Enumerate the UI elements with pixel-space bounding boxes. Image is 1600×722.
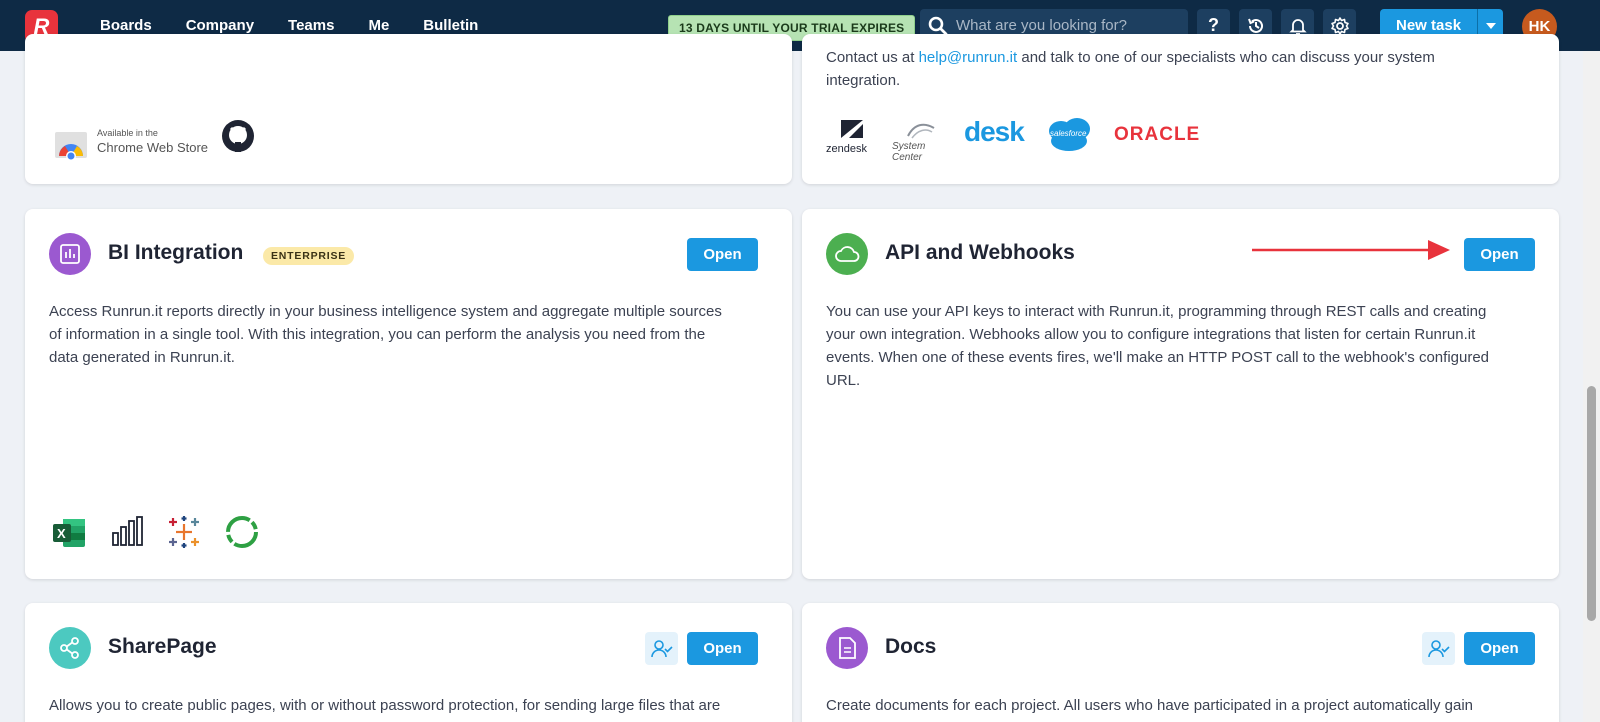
qlik-icon [226,516,258,548]
caret-down-icon [1485,22,1496,29]
api-desc-line: events. When one of these events fires, … [826,349,1490,366]
zendesk-logo: zendesk [826,118,878,158]
bi-integration-title: BI Integration [108,241,244,264]
chrome-icon [55,132,87,161]
document-icon [839,637,856,659]
contact-prefix: Contact us at [826,49,919,66]
chrome-web-store-badge[interactable]: Available in the Chrome Web Store [53,122,213,162]
search-icon [928,16,948,35]
sharepage-description: Allows you to create public pages, with … [49,697,721,714]
contact-line-2: integration. [826,72,901,89]
docs-permissions-button[interactable] [1422,632,1455,665]
docs-icon-wrap [826,627,868,669]
bi-desc-line: of information in a single tool. With th… [49,326,706,343]
sharepage-icon-wrap [49,627,91,669]
sharepage-permissions-button[interactable] [645,632,678,665]
docs-description: Create documents for each project. All u… [826,697,1474,714]
card-sharepage: SharePage Open Allows you to create publ… [25,603,792,722]
system-center-text: System Center [892,141,926,163]
contact-suffix: and talk to one of our specialists who c… [1017,49,1435,66]
nav-me[interactable]: Me [368,17,389,34]
tableau-icon [169,516,199,548]
system-center-icon [907,123,935,139]
nav-boards[interactable]: Boards [100,17,152,34]
search-input[interactable] [956,17,1176,34]
store-small-text: Available in the [97,128,158,138]
nav-bulletin[interactable]: Bulletin [423,17,478,34]
user-check-icon [1427,639,1450,657]
sharepage-title: SharePage [108,635,217,658]
sharepage-open-button[interactable]: Open [687,632,758,665]
bi-integration-open-button[interactable]: Open [687,238,758,271]
api-desc-line: URL. [826,372,861,389]
bi-integration-description: Access Runrun.it reports directly in you… [49,300,769,369]
salesforce-text: salesforce [1050,129,1087,138]
history-icon [1247,18,1263,33]
docs-open-button[interactable]: Open [1464,632,1535,665]
bi-desc-line: data generated in Runrun.it. [49,349,235,366]
cloud-icon [835,246,860,262]
github-icon[interactable] [220,118,256,154]
docs-title: Docs [885,635,937,658]
api-webhooks-description: You can use your API keys to interact wi… [826,300,1546,392]
api-desc-line: your own integration. Webhooks allow you… [826,326,1476,343]
api-webhooks-open-button[interactable]: Open [1464,238,1535,271]
help-icon: ? [1208,15,1219,35]
api-icon-wrap [826,233,868,275]
api-webhooks-title: API and Webhooks [885,241,1075,264]
card-docs: Docs Open Create documents for each proj… [802,603,1559,722]
api-desc-line: You can use your API keys to interact wi… [826,303,1487,320]
bi-desc-line: Access Runrun.it reports directly in you… [49,303,722,320]
bell-icon [1288,18,1307,35]
power-bi-icon [112,516,143,546]
zendesk-text: zendesk [826,143,867,155]
enterprise-badge: ENTERPRISE [263,247,355,265]
bi-integration-icon-wrap [49,233,91,275]
desk-logo: desk [964,116,1025,147]
page-scrollbar[interactable] [1583,51,1600,722]
system-center-logo: System Center [892,120,952,163]
nav-company[interactable]: Company [186,17,254,34]
red-arrow-annotation [1252,240,1450,260]
excel-letter: X [57,526,66,541]
bar-chart-icon [60,244,80,264]
card-system-integration: Contact us at help@runrun.it and talk to… [802,34,1559,184]
scrollbar-thumb[interactable] [1587,386,1596,621]
excel-logo: X [53,517,87,549]
card-bi-integration: BI Integration ENTERPRISE Open Access Ru… [25,209,792,579]
user-check-icon [650,639,673,657]
share-icon [60,637,79,659]
card-api-webhooks: API and Webhooks Open You can use your A… [802,209,1559,579]
help-email-link[interactable]: help@runrun.it [919,49,1018,66]
store-big-text: Chrome Web Store [97,140,209,155]
zendesk-icon [841,120,863,138]
integration-contact-text: Contact us at help@runrun.it and talk to… [826,46,1526,92]
salesforce-logo: salesforce [1045,117,1095,153]
card-chrome-extension: Available in the Chrome Web Store [25,34,792,184]
oracle-logo: ORACLE [1114,124,1201,145]
gear-icon [1330,16,1349,35]
nav-teams[interactable]: Teams [288,17,334,34]
